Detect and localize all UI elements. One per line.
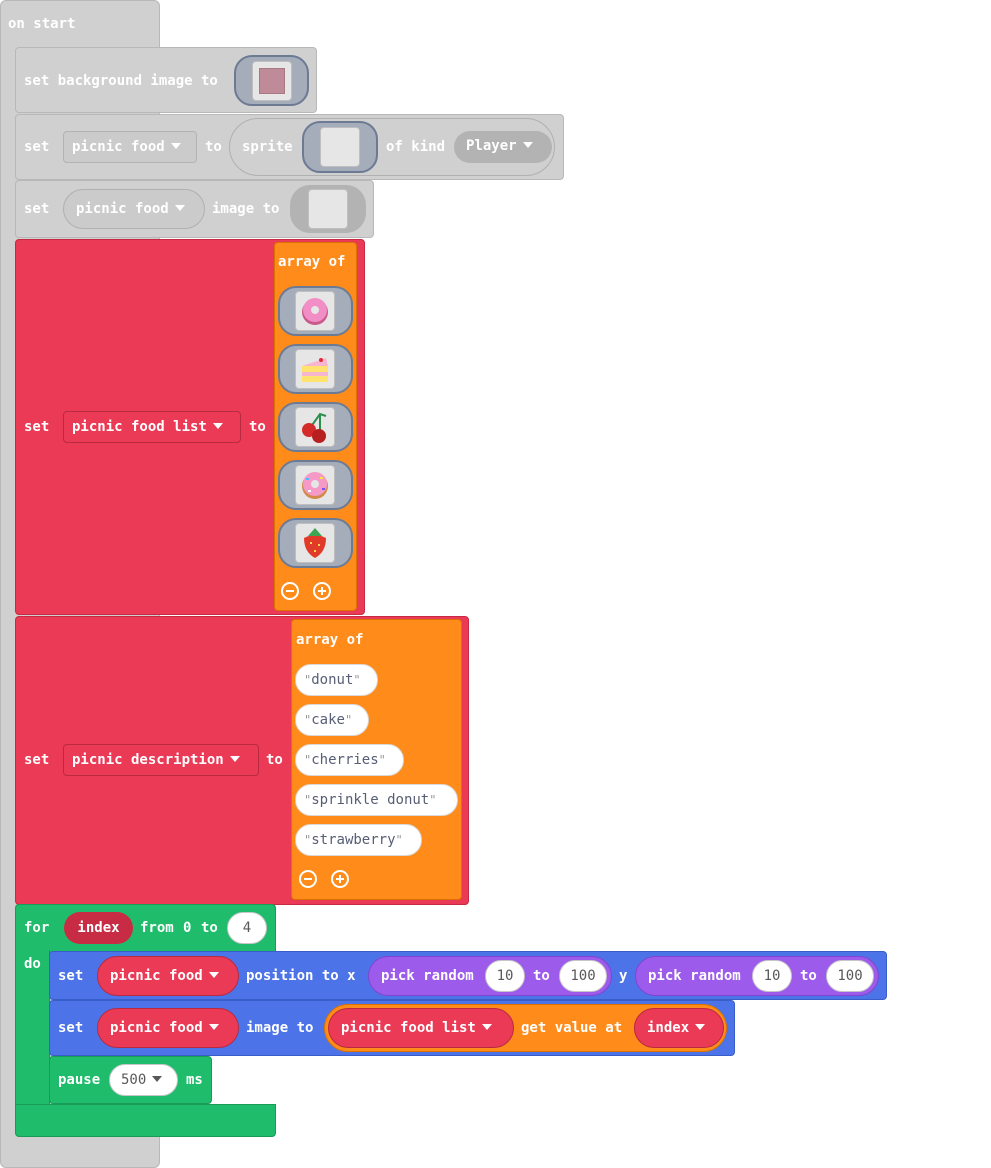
string-value: cake bbox=[311, 712, 345, 728]
from-keyword: from bbox=[140, 920, 174, 936]
variable-dropdown-picnic-food[interactable]: picnic food bbox=[63, 131, 197, 163]
sprite-image-picker[interactable] bbox=[320, 127, 360, 167]
kind-dropdown[interactable]: Player bbox=[454, 131, 552, 163]
variable-dropdown-picnic-description[interactable]: picnic description bbox=[63, 744, 259, 776]
string-value: strawberry bbox=[311, 832, 396, 848]
chevron-down-icon bbox=[208, 1024, 219, 1030]
x-min-input[interactable]: 10 bbox=[485, 960, 525, 992]
variable-name: picnic food bbox=[76, 201, 169, 217]
of-kind-keyword: of kind bbox=[386, 139, 446, 155]
to-keyword: to bbox=[533, 968, 550, 984]
variable-name: index bbox=[647, 1020, 690, 1036]
sprite-keyword: sprite bbox=[242, 139, 293, 155]
strawberry-icon bbox=[304, 528, 326, 558]
on-start-label: on start bbox=[8, 16, 76, 32]
chevron-down-icon bbox=[208, 972, 219, 978]
chevron-down-icon bbox=[212, 423, 223, 429]
array-of-label: array of bbox=[278, 254, 346, 270]
variable-name: picnic food bbox=[72, 139, 165, 155]
y-min-input[interactable]: 10 bbox=[752, 960, 792, 992]
string-strawberry[interactable]: "strawberry" bbox=[295, 824, 422, 856]
chevron-down-icon bbox=[152, 1076, 163, 1082]
to-keyword: to bbox=[800, 968, 817, 984]
variable-dropdown-picnic-food[interactable]: picnic food bbox=[63, 189, 205, 229]
image-picker[interactable] bbox=[308, 189, 348, 229]
chevron-down-icon bbox=[481, 1024, 492, 1030]
variable-name: picnic description bbox=[72, 752, 224, 768]
variable-dropdown-picnic-food[interactable]: picnic food bbox=[97, 1008, 239, 1048]
image-to-keyword: image to bbox=[246, 1020, 314, 1036]
variable-name: picnic food list bbox=[72, 419, 207, 435]
pause-duration-dropdown[interactable]: 500 bbox=[109, 1064, 178, 1096]
to-keyword: to bbox=[205, 139, 222, 155]
ms-keyword: ms bbox=[186, 1072, 203, 1088]
string-sprinkle-donut[interactable]: "sprinkle donut" bbox=[295, 784, 458, 816]
donut-image[interactable] bbox=[295, 291, 335, 331]
variable-name: picnic food bbox=[110, 968, 203, 984]
cake-image[interactable] bbox=[295, 349, 335, 389]
set-keyword: set bbox=[24, 139, 50, 155]
x-max-input[interactable]: 100 bbox=[559, 960, 607, 992]
image-to-keyword: image to bbox=[212, 201, 280, 217]
from-value: 0 bbox=[183, 920, 192, 936]
add-item-button[interactable] bbox=[313, 582, 331, 600]
string-value: donut bbox=[311, 672, 354, 688]
to-keyword: to bbox=[249, 419, 266, 435]
pick-random-keyword: pick random bbox=[381, 968, 474, 984]
variable-dropdown-picnic-food-list[interactable]: picnic food list bbox=[63, 411, 241, 443]
background-image-picker[interactable] bbox=[252, 61, 292, 101]
remove-item-button[interactable] bbox=[281, 582, 299, 600]
to-keyword: to bbox=[201, 920, 218, 936]
do-keyword: do bbox=[24, 956, 41, 972]
set-keyword: set bbox=[58, 1020, 84, 1036]
y-max-input[interactable]: 100 bbox=[826, 960, 874, 992]
cherries-icon bbox=[302, 412, 327, 443]
kind-value: Player bbox=[466, 138, 517, 154]
for-loop-footer bbox=[15, 1104, 276, 1137]
string-cake[interactable]: "cake" bbox=[295, 704, 369, 736]
array-of-label: array of bbox=[296, 632, 364, 648]
donut-icon bbox=[302, 298, 328, 325]
strawberry-image[interactable] bbox=[295, 523, 335, 563]
for-loop-spine bbox=[15, 950, 50, 1106]
variable-dropdown-picnic-food[interactable]: picnic food bbox=[97, 956, 239, 996]
set-keyword: set bbox=[58, 968, 84, 984]
string-value: sprinkle donut bbox=[311, 792, 430, 808]
pause-keyword: pause bbox=[58, 1072, 101, 1088]
set-background-label: set background image to bbox=[24, 73, 218, 89]
set-keyword: set bbox=[24, 752, 50, 768]
index-dropdown[interactable]: index bbox=[634, 1008, 724, 1048]
chevron-down-icon bbox=[695, 1024, 706, 1030]
sprinkle-donut-image[interactable] bbox=[295, 465, 335, 505]
pause-value: 500 bbox=[121, 1072, 147, 1088]
string-donut[interactable]: "donut" bbox=[295, 664, 378, 696]
for-keyword: for bbox=[24, 920, 50, 936]
set-keyword: set bbox=[24, 201, 50, 217]
get-value-at-keyword: get value at bbox=[521, 1020, 623, 1036]
add-item-button[interactable] bbox=[331, 870, 349, 888]
cake-icon bbox=[302, 358, 328, 382]
string-cherries[interactable]: "cherries" bbox=[295, 744, 404, 776]
string-value: cherries bbox=[311, 752, 379, 768]
chevron-down-icon bbox=[174, 205, 185, 211]
cherries-image[interactable] bbox=[295, 407, 335, 447]
set-keyword: set bbox=[24, 419, 50, 435]
background-image-swatch bbox=[259, 68, 285, 94]
loop-end-input[interactable]: 4 bbox=[227, 912, 267, 944]
variable-name: picnic food bbox=[110, 1020, 203, 1036]
position-to-x-keyword: position to x bbox=[246, 968, 356, 984]
variable-name: index bbox=[77, 920, 120, 936]
loop-variable-index[interactable]: index bbox=[64, 912, 133, 944]
to-keyword: to bbox=[266, 752, 283, 768]
variable-name: picnic food list bbox=[341, 1020, 476, 1036]
list-dropdown-picnic-food-list[interactable]: picnic food list bbox=[328, 1008, 514, 1048]
sprinkle-donut-icon bbox=[302, 472, 328, 499]
chevron-down-icon bbox=[170, 143, 181, 149]
y-keyword: y bbox=[619, 968, 628, 984]
chevron-down-icon bbox=[522, 142, 533, 148]
remove-item-button[interactable] bbox=[299, 870, 317, 888]
chevron-down-icon bbox=[229, 756, 240, 762]
pick-random-keyword: pick random bbox=[648, 968, 741, 984]
